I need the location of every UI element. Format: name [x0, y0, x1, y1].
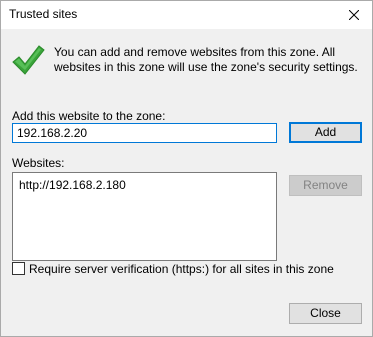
- add-site-label: Add this website to the zone:: [12, 109, 166, 123]
- remove-button[interactable]: Remove: [289, 175, 362, 196]
- zone-info-text: You can add and remove websites from thi…: [54, 45, 358, 74]
- list-item[interactable]: http://192.168.2.180: [19, 178, 126, 192]
- trusted-sites-dialog: Trusted sites You can add and remove web…: [0, 0, 373, 337]
- dialog-body: You can add and remove websites from thi…: [1, 29, 372, 336]
- websites-list[interactable]: http://192.168.2.180: [12, 172, 277, 261]
- window-title: Trusted sites: [9, 7, 78, 21]
- https-verification-checkbox[interactable]: [12, 262, 25, 275]
- close-button[interactable]: Close: [289, 303, 362, 324]
- close-window-button[interactable]: [336, 1, 372, 29]
- check-icon: [12, 45, 45, 75]
- add-button[interactable]: Add: [289, 122, 362, 143]
- close-icon: [349, 10, 359, 20]
- https-verification-label[interactable]: Require server verification (https:) for…: [29, 262, 334, 276]
- title-bar: Trusted sites: [1, 1, 372, 29]
- websites-label: Websites:: [12, 156, 65, 170]
- add-site-input[interactable]: [12, 123, 277, 143]
